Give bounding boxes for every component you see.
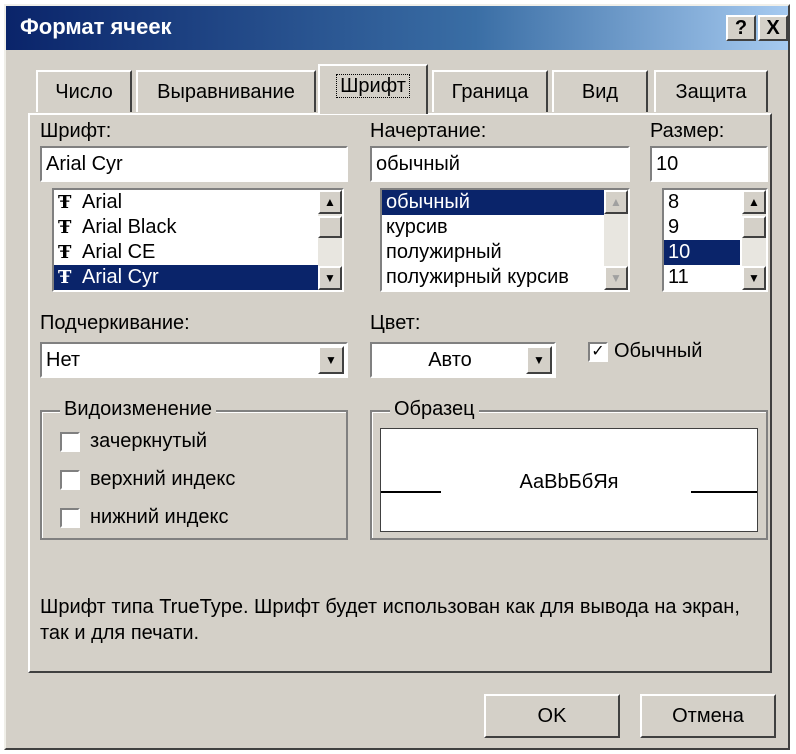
scroll-down-icon[interactable]: ▼: [742, 266, 766, 290]
font-item-label: Arial Black: [82, 216, 177, 238]
size-input[interactable]: 10: [650, 146, 768, 182]
font-list[interactable]: Ŧ Arial Ŧ Arial Black Ŧ Arial CE Ŧ Arial Cyr…: [52, 188, 344, 292]
font-tab-content: Шрифт: Arial Cyr Ŧ Arial Ŧ Arial Black Ŧ Ar…: [0, 0, 796, 754]
font-item-label: Arial: [82, 191, 123, 213]
preview-box: АаBbБбЯя: [380, 428, 758, 532]
chevron-down-icon[interactable]: ▼: [318, 346, 344, 374]
effects-group-label: Видоизменение: [60, 398, 217, 421]
cancel-button[interactable]: Отмена: [640, 694, 776, 738]
font-label: Шрифт:: [40, 120, 111, 143]
truetype-icon: Ŧ: [58, 242, 72, 263]
font-list-item[interactable]: Ŧ Arial: [54, 190, 342, 215]
truetype-icon: Ŧ: [58, 267, 72, 288]
color-label: Цвет:: [370, 312, 421, 334]
font-list-item[interactable]: Ŧ Arial CE: [54, 240, 342, 265]
style-list-item[interactable]: полужирный: [382, 240, 628, 265]
color-value: Авто: [428, 349, 472, 371]
font-label-text: Шрифт:: [40, 120, 112, 142]
scroll-up-icon[interactable]: ▲: [742, 190, 766, 214]
font-list-item[interactable]: Ŧ Arial Black: [54, 215, 342, 240]
scroll-up-icon[interactable]: ▲: [318, 190, 342, 214]
normal-font-checkbox[interactable]: ✓: [588, 342, 608, 362]
font-item-label: Arial Cyr: [82, 266, 159, 288]
truetype-icon: Ŧ: [58, 192, 72, 213]
style-list-scrollbar: ▲ ▼: [604, 190, 628, 290]
ok-button[interactable]: OK: [484, 694, 620, 738]
size-list-item-selected[interactable]: 10: [664, 240, 740, 265]
style-label: Начертание:: [370, 120, 487, 142]
font-name-input[interactable]: Arial Cyr: [40, 146, 348, 182]
strikethrough-checkbox[interactable]: [60, 432, 80, 452]
color-select[interactable]: Авто ▼: [370, 342, 556, 378]
truetype-info-text: Шрифт типа TrueType. Шрифт будет использ…: [40, 596, 740, 644]
font-list-scrollbar[interactable]: ▲ ▼: [318, 190, 342, 290]
preview-sample: АаBbБбЯя: [519, 471, 619, 493]
strikethrough-label: зачеркнутый: [90, 430, 208, 452]
underline-value: Нет: [46, 349, 81, 371]
style-list-item[interactable]: полужирный курсив: [382, 265, 628, 290]
style-list-item-selected[interactable]: обычный: [382, 190, 628, 215]
font-list-item-selected[interactable]: Ŧ Arial Cyr: [54, 265, 342, 290]
style-list[interactable]: обычный курсив полужирный полужирный кур…: [380, 188, 630, 292]
superscript-label: верхний индекс: [90, 468, 236, 490]
size-list-scrollbar[interactable]: ▲ ▼: [742, 190, 766, 290]
scroll-thumb[interactable]: [742, 216, 766, 238]
subscript-checkbox[interactable]: [60, 508, 80, 528]
size-list[interactable]: 8 9 10 11 ▲ ▼: [662, 188, 768, 292]
scroll-down-icon[interactable]: ▼: [318, 266, 342, 290]
style-list-item[interactable]: курсив: [382, 215, 628, 240]
subscript-label: нижний индекс: [90, 506, 229, 528]
size-label: Размер:: [650, 120, 725, 142]
style-input[interactable]: обычный: [370, 146, 630, 182]
scroll-thumb[interactable]: [318, 216, 342, 238]
scroll-up-icon: ▲: [604, 190, 628, 214]
chevron-down-icon[interactable]: ▼: [526, 346, 552, 374]
underline-label: Подчеркивание:: [40, 312, 190, 334]
preview-group-label: Образец: [390, 398, 479, 421]
scroll-down-icon: ▼: [604, 266, 628, 290]
truetype-icon: Ŧ: [58, 217, 72, 238]
normal-font-label: Обычный: [614, 340, 703, 362]
underline-select[interactable]: Нет ▼: [40, 342, 348, 378]
font-item-label: Arial CE: [82, 241, 156, 263]
superscript-checkbox[interactable]: [60, 470, 80, 490]
